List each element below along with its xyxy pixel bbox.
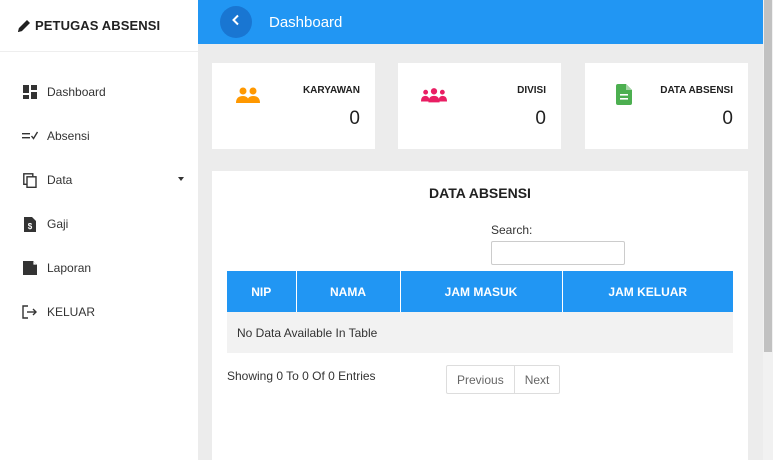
users-icon [235,84,261,106]
dashboard-grid-icon [22,84,38,100]
back-button[interactable] [220,6,252,38]
karyawan-card: KARYAWAN 0 [212,63,375,149]
checklist-icon [22,128,38,144]
search-input[interactable] [491,241,625,265]
sidebar-item-label: Laporan [47,261,92,275]
card-value: 0 [349,108,360,129]
sidebar-nav: Dashboard Absensi Data $ Gaji Laporan KE… [0,52,198,334]
sidebar-item-label: KELUAR [47,305,96,319]
sidebar-item-label: Absensi [47,129,90,143]
card-label: DATA ABSENSI [660,85,733,96]
column-header-jam-keluar[interactable]: JAM KELUAR [562,271,733,312]
pencil-icon [15,17,33,35]
copy-pages-icon [22,172,38,188]
column-header-jam-masuk[interactable]: JAM MASUK [400,271,563,312]
table-header-row: NIP NAMA JAM MASUK JAM KELUAR [227,271,733,312]
svg-text:$: $ [28,222,33,231]
report-document-icon [22,260,38,276]
panel-title: DATA ABSENSI [429,185,531,201]
page-title: Dashboard [269,13,343,31]
scrollbar-thumb[interactable] [764,0,772,352]
divisi-card: DIVISI 0 [398,63,561,149]
data-absensi-card: DATA ABSENSI 0 [585,63,748,149]
sidebar-item-data[interactable]: Data [0,158,198,202]
file-text-icon [611,83,637,105]
logout-arrow-icon [22,304,38,320]
previous-button[interactable]: Previous [447,366,514,393]
next-button[interactable]: Next [513,366,560,393]
table-row: No Data Available In Table [227,312,733,353]
card-label: DIVISI [517,85,546,96]
app-title: PETUGAS ABSENSI [35,18,161,33]
column-header-nip[interactable]: NIP [227,271,297,312]
search-label: Search: [491,223,533,237]
absensi-table: NIP NAMA JAM MASUK JAM KELUAR No Data Av… [227,271,733,353]
sidebar-item-label: Dashboard [47,85,106,99]
sidebar-item-gaji[interactable]: $ Gaji [0,202,198,246]
sidebar: PETUGAS ABSENSI Dashboard Absensi Data $… [0,0,198,460]
empty-table-message: No Data Available In Table [227,312,733,353]
chevron-left-icon [230,13,242,31]
brand: PETUGAS ABSENSI [0,0,198,52]
sidebar-item-laporan[interactable]: Laporan [0,246,198,290]
sidebar-item-dashboard[interactable]: Dashboard [0,70,198,114]
sidebar-item-keluar[interactable]: KELUAR [0,290,198,334]
caret-down-icon [178,177,184,181]
sidebar-item-label: Data [47,173,73,187]
entries-info: Showing 0 To 0 Of 0 Entries [227,369,376,383]
users-group-icon [421,84,447,106]
card-value: 0 [722,108,733,129]
dollar-document-icon: $ [22,216,38,232]
card-value: 0 [535,108,546,129]
topbar: Dashboard [198,0,763,44]
pagination: Previous Next [446,365,561,394]
data-absensi-panel: DATA ABSENSI Search: NIP NAMA JAM MASUK … [212,171,748,460]
card-label: KARYAWAN [302,85,360,96]
column-header-nama[interactable]: NAMA [296,271,401,312]
scrollbar[interactable] [763,0,773,460]
sidebar-item-label: Gaji [47,217,69,231]
sidebar-item-absensi[interactable]: Absensi [0,114,198,158]
